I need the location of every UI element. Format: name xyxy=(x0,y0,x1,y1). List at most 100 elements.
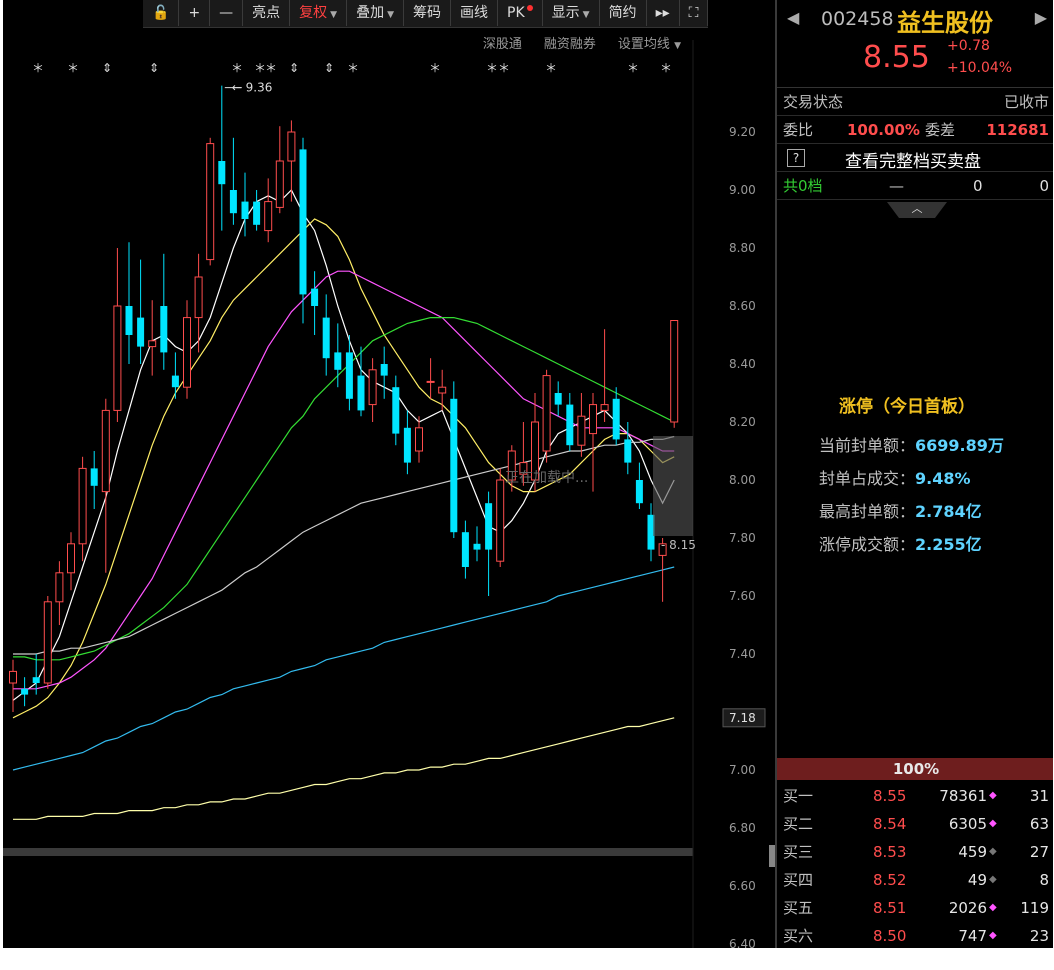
shen-gu-tong-link[interactable]: 深股通 xyxy=(483,33,522,52)
bid-price: 8.52 xyxy=(873,871,907,889)
zoom-in-icon[interactable]: + xyxy=(179,0,211,26)
bid-quantity: 6305 xyxy=(948,815,987,833)
bid-orders: 23 xyxy=(1029,927,1049,945)
prev-stock-icon[interactable]: ◀ xyxy=(787,8,799,27)
limit-up-title: 涨停（今日首板） xyxy=(839,397,975,417)
limit-row: 当前封单额：6699.89万 xyxy=(819,436,1004,455)
y-tick-label: 8.40 xyxy=(729,357,756,371)
margin-trading-link[interactable]: 融资融券 xyxy=(544,33,596,52)
bid-orders: 31 xyxy=(1029,787,1049,805)
event-marker: ＊ xyxy=(660,61,672,75)
kline-chart[interactable]: ＊＊ ⇕ ⇕ ＊＊＊ ⇕ ⇕ ＊＊＊＊＊＊＊← 9.36- 8.159.209.008.80… xyxy=(3,0,775,948)
caret-down-icon: ▼ xyxy=(387,10,395,20)
event-marker: ＊ xyxy=(32,61,44,75)
candle-body xyxy=(90,468,98,486)
y-tick-label: 9.00 xyxy=(729,183,756,197)
weibi-value: 100.00% xyxy=(847,121,920,139)
fast-forward-icon[interactable]: ▸▸ xyxy=(647,0,680,26)
event-marker: ＊ xyxy=(429,61,441,75)
event-marker: ＊ xyxy=(545,61,557,75)
candle-body xyxy=(311,288,319,306)
event-marker: ＊ xyxy=(265,61,277,75)
view-full-orderbook-button[interactable]: ? 查看完整档买卖盘 xyxy=(777,144,1053,172)
current-price-label: 7.18 xyxy=(729,711,756,725)
candle-body xyxy=(32,677,40,683)
limit-row: 最高封单额：2.784亿 xyxy=(819,502,982,521)
trade-state-value: 已收市 xyxy=(1003,93,1049,111)
toolbar-item-2[interactable]: 叠加 ▼ xyxy=(347,0,405,26)
bid-row[interactable]: 买四 8.52 49 ◆ 8 xyxy=(777,866,1053,894)
bid-price: 8.51 xyxy=(873,899,907,917)
collapse-chevron-icon[interactable]: ︿ xyxy=(887,202,947,218)
candle-body xyxy=(148,340,157,348)
stock-name: 益生股份 xyxy=(897,9,993,37)
y-tick-label: 9.20 xyxy=(729,125,756,139)
candle-body xyxy=(264,201,273,232)
high-annotation: ← 9.36 xyxy=(232,81,273,95)
bid-level-name: 买六 xyxy=(783,927,814,945)
total-levels-label: 共0档 xyxy=(783,177,823,195)
ma30-line xyxy=(13,317,675,661)
bid-row[interactable]: 买五 8.51 2026 ◆ 119 xyxy=(777,894,1053,922)
candle-body xyxy=(183,317,191,388)
diamond-icon: ◆ xyxy=(989,818,997,829)
candle-body xyxy=(322,317,330,359)
candle-body xyxy=(125,306,133,335)
event-marker: ⇕ xyxy=(149,61,159,75)
next-stock-icon[interactable]: ▶ xyxy=(1035,8,1047,27)
toolbar-item-4[interactable]: 画线 xyxy=(451,0,499,26)
kline-chart-area[interactable]: ＊＊ ⇕ ⇕ ＊＊＊ ⇕ ⇕ ＊＊＊＊＊＊＊ ← 9.36- 8.15 9.20 9.00 8.80… xyxy=(3,0,775,948)
candle-body xyxy=(450,398,458,533)
candle-body xyxy=(461,532,469,567)
candle-body xyxy=(241,201,249,219)
last-price: 8.55 xyxy=(863,40,930,75)
bid-level-name: 买三 xyxy=(783,843,814,861)
candle-body xyxy=(624,439,632,463)
toolbar-item-5[interactable]: PK xyxy=(498,0,543,26)
toolbar: 🔓 + — 亮点 复权 ▼ 叠加 ▼ 筹码 画线 PK 显示 ▼ 简约 ▸▸ ⛶ xyxy=(143,0,709,28)
total-levels-row: 共0档 — 0 0 xyxy=(777,172,1053,200)
y-tick-label: 7.00 xyxy=(729,763,756,777)
bid-price: 8.54 xyxy=(873,815,907,833)
trade-state-label: 交易状态 xyxy=(783,93,844,111)
event-marker: ＊ xyxy=(627,61,639,75)
candle-body xyxy=(160,306,168,353)
candle-body xyxy=(485,503,493,550)
lock-icon[interactable]: 🔓 xyxy=(143,0,180,26)
bid-row[interactable]: 买六 8.50 747 ◆ 23 xyxy=(777,922,1053,948)
bid-row[interactable]: 买二 8.54 6305 ◆ 63 xyxy=(777,810,1053,838)
bid-quantity: 2026 xyxy=(948,899,987,917)
bid-level-name: 买五 xyxy=(783,899,814,917)
caret-down-icon: ▼ xyxy=(674,41,681,51)
ma5-line xyxy=(12,188,675,701)
event-marker: ＊ xyxy=(486,61,498,75)
sub-toolbar: 深股通 融资融券 设置均线 ▼ xyxy=(483,33,681,52)
candle-body xyxy=(171,375,179,388)
chart-divider xyxy=(3,848,693,856)
fullscreen-icon[interactable]: ⛶ xyxy=(680,0,709,26)
event-marker: ＊ xyxy=(231,61,243,75)
candle-body xyxy=(137,317,145,347)
candle-body xyxy=(635,480,643,504)
toolbar-item-6[interactable]: 显示 ▼ xyxy=(543,0,600,26)
bid-row[interactable]: 买三 8.53 459 ◆ 27 xyxy=(777,838,1053,866)
candle-body xyxy=(9,670,17,684)
toolbar-item-3[interactable]: 筹码 xyxy=(404,0,452,26)
toolbar-item-0[interactable]: 亮点 xyxy=(243,0,291,26)
toolbar-item-1[interactable]: 复权 ▼ xyxy=(290,0,348,26)
y-tick-label: 6.60 xyxy=(729,879,756,893)
weicha-value: 112681 xyxy=(986,121,1049,139)
bid-level-name: 买一 xyxy=(783,787,814,805)
zoom-out-icon[interactable]: — xyxy=(210,0,244,26)
ma-settings-link[interactable]: 设置均线 ▼ xyxy=(618,33,681,52)
diamond-icon: ◆ xyxy=(989,930,997,941)
candle-body xyxy=(253,201,261,225)
toolbar-item-7[interactable]: 简约 xyxy=(600,0,647,26)
quote-header: ◀ 002458 益生股份 ▶ 8.55 +0.78 +10.04% xyxy=(777,0,1053,88)
diamond-icon: ◆ xyxy=(989,790,997,801)
y-tick-label: 8.20 xyxy=(729,415,756,429)
candle-body xyxy=(275,160,284,208)
bid-row[interactable]: 买一 8.55 78361 ◆ 31 xyxy=(777,782,1053,810)
help-icon[interactable]: ? xyxy=(787,149,805,167)
bid-quantity: 78361 xyxy=(939,787,987,805)
